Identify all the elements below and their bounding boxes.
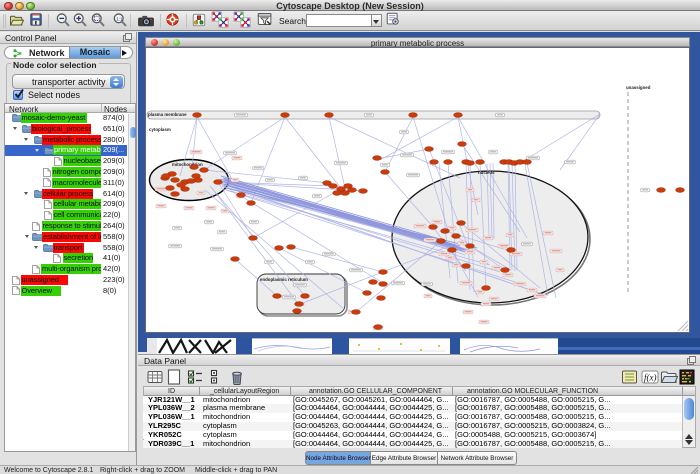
svg-text:nucleus: nucleus [478, 170, 495, 175]
svg-text:endoplasmic reticulum: endoplasmic reticulum [260, 277, 308, 282]
svg-text:f(x): f(x) [644, 373, 657, 383]
svg-text:cytoplasm: cytoplasm [149, 127, 171, 132]
svg-text:unassigned: unassigned [626, 85, 651, 90]
svg-text:plasma membrane: plasma membrane [148, 112, 187, 117]
